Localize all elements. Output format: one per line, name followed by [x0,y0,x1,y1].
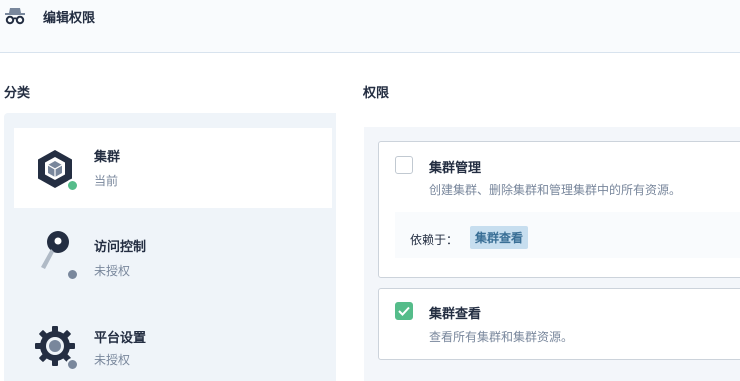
category-name: 集群 [94,150,121,165]
permission-description: 查看所有集群和集群资源。 [429,330,574,344]
category-status: 未授权 [94,264,131,278]
checkmark-icon [398,306,410,316]
key-icon [41,231,69,269]
status-dot [66,268,79,281]
dependency-box: 依赖于： 集群查看 [395,212,740,258]
category-item-cluster[interactable]: 集群 当前 [14,128,332,208]
status-dot [66,179,79,192]
status-dot [66,358,79,371]
permissions-heading: 权限 [363,86,390,101]
dependency-label: 依赖于： [410,233,459,247]
permission-card-cluster-view: 集群查看 查看所有集群和集群资源。 [378,288,740,360]
permission-title: 集群管理 [429,161,482,176]
category-status: 当前 [94,174,119,188]
category-name: 访问控制 [94,240,147,255]
permission-checkbox[interactable] [395,302,413,320]
permission-checkbox[interactable] [395,156,413,174]
incognito-icon [5,8,25,25]
category-item-access-control[interactable]: 访问控制 未授权 [14,208,332,288]
permission-description: 创建集群、删除集群和管理集群中的所有资源。 [429,183,682,197]
dependency-tag: 集群查看 [470,226,529,249]
dialog-title: 编辑权限 [43,11,96,26]
permission-title: 集群查看 [429,307,482,322]
category-status: 未授权 [94,353,131,367]
permission-card-cluster-management: 集群管理 创建集群、删除集群和管理集群中的所有资源。 依赖于： 集群查看 [378,141,740,278]
category-item-platform-settings[interactable]: 平台设置 未授权 [14,295,332,375]
dialog-header: 编辑权限 [0,0,740,53]
category-name: 平台设置 [94,331,147,346]
categories-heading: 分类 [4,86,31,101]
